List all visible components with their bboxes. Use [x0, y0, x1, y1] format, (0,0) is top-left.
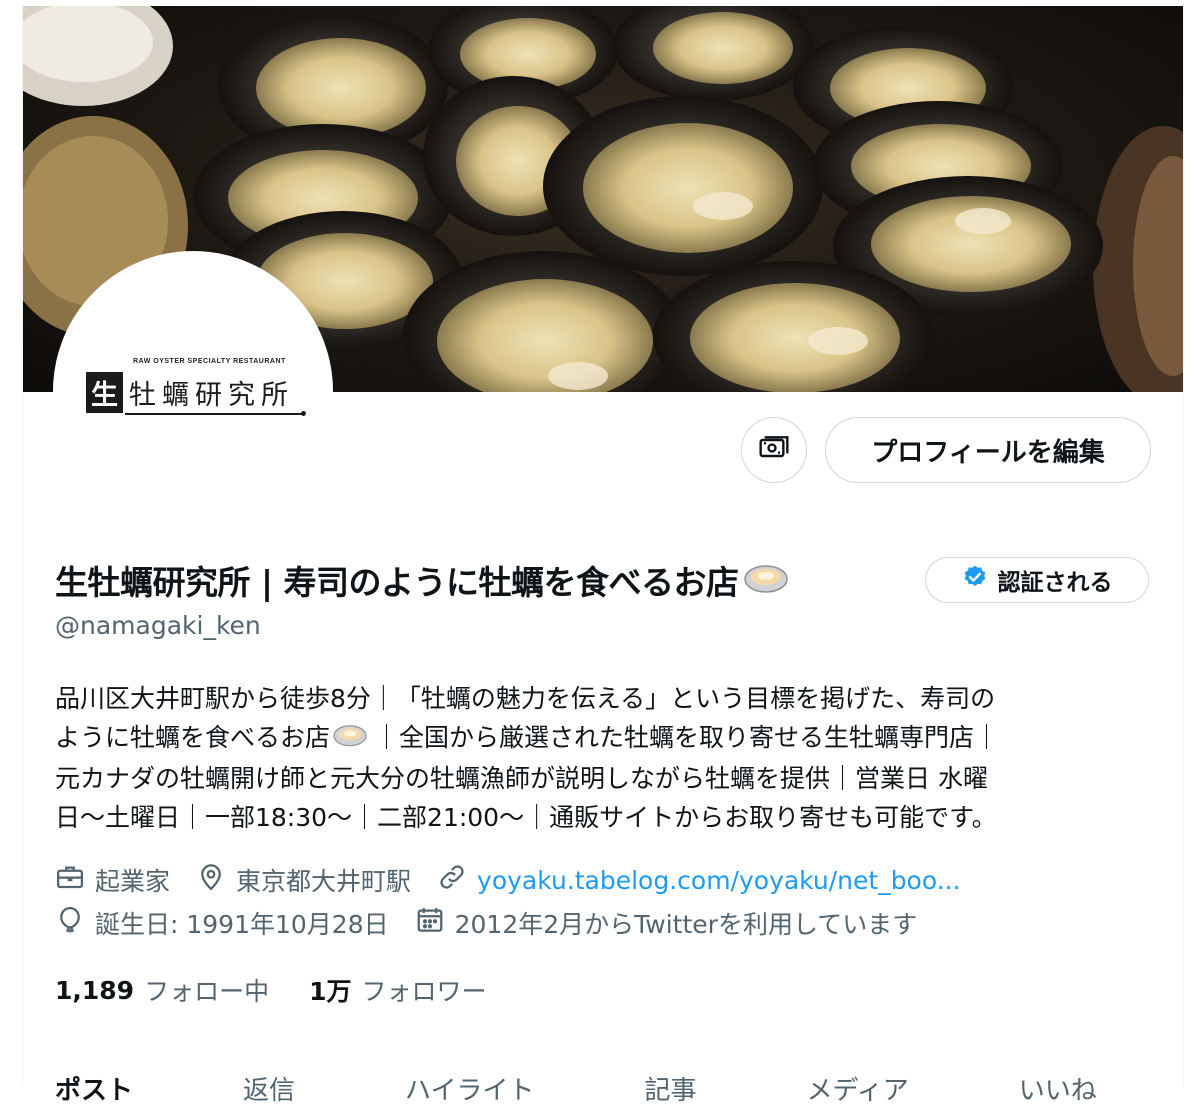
birthday: 誕生日: 1991年10月28日 [55, 905, 389, 941]
oyster-emoji-icon [743, 561, 789, 599]
oyster-emoji-icon [332, 720, 368, 759]
birthday-text: 誕生日: 1991年10月28日 [95, 910, 389, 939]
bio-line: 元カナダの牡蠣開け師と元大分の牡蠣漁師が説明しながら牡蠣を提供｜営業日 水曜 [55, 763, 988, 793]
tab-media[interactable]: メディア [807, 1070, 909, 1107]
bio-text: ｜全国から厳選された牡蠣を取り寄せる生牡蠣専門店｜ [374, 723, 1000, 752]
profile-card: RAW OYSTER SPECIALTY RESTAURANT 生 牡蠣研究所 … [22, 6, 1184, 1106]
join-date-text: 2012年2月からTwitterを利用しています [454, 910, 918, 939]
avatar-subtitle: RAW OYSTER SPECIALTY RESTAURANT [133, 358, 286, 365]
location: 東京都大井町駅 [196, 862, 411, 898]
occupation-text: 起業家 [95, 867, 171, 896]
profile-meta-row-2: 誕生日: 1991年10月28日 2012年2月からTwitterを利用していま… [55, 905, 943, 941]
get-verified-label: 認証される [997, 570, 1113, 596]
website-link[interactable]: yoyaku.tabelog.com/yoyaku/net_boo... [477, 866, 961, 895]
avatar-logo-dot [301, 411, 306, 416]
avatar[interactable]: RAW OYSTER SPECIALTY RESTAURANT 生 牡蠣研究所 [53, 251, 333, 531]
avatar-logo-underline [125, 413, 303, 415]
display-name-row: 生牡蠣研究所 | 寿司のように牡蠣を食べるお店 [55, 556, 789, 604]
follow-stats: 1,189 フォロー中 1万 フォロワー [55, 972, 527, 1008]
tab-posts[interactable]: ポスト [55, 1070, 133, 1107]
calendar-icon [415, 905, 455, 941]
briefcase-icon [55, 862, 95, 898]
money-button[interactable] [741, 417, 807, 483]
money-icon [758, 432, 790, 468]
join-date: 2012年2月からTwitterを利用しています [415, 905, 918, 941]
tab-likes[interactable]: いいね [1019, 1070, 1097, 1107]
followers-count[interactable]: 1万 [309, 972, 351, 1008]
bio-line: ように牡蠣を食べるお店 ｜全国から厳選された牡蠣を取り寄せる生牡蠣専門店｜ [55, 718, 1165, 759]
location-pin-icon [196, 862, 236, 898]
balloon-icon [55, 905, 95, 941]
bio-text: ように牡蠣を食べるお店 [55, 723, 331, 752]
avatar-logo-mark: 生 [86, 372, 123, 413]
website[interactable]: yoyaku.tabelog.com/yoyaku/net_boo... [437, 862, 961, 898]
tab-replies[interactable]: 返信 [243, 1070, 295, 1107]
link-icon [437, 862, 477, 898]
user-handle: @namagaki_ken [55, 611, 261, 640]
verified-badge-icon [962, 564, 988, 596]
profile-tabs: ポスト 返信 ハイライト 記事 メディア いいね [55, 1070, 1097, 1107]
edit-profile-button[interactable]: プロフィールを編集 [825, 417, 1151, 483]
tab-articles[interactable]: 記事 [645, 1070, 697, 1107]
location-text: 東京都大井町駅 [236, 867, 412, 896]
profile-meta-row-1: 起業家 東京都大井町駅 yoyaku.tabelog.com/yoyaku/ne… [55, 862, 987, 898]
avatar-logo-text: 牡蠣研究所 [129, 380, 294, 411]
following-count[interactable]: 1,189 [55, 976, 134, 1005]
display-name: 生牡蠣研究所 | 寿司のように牡蠣を食べるお店 [55, 563, 739, 602]
bio: 品川区大井町駅から徒歩8分｜「牡蠣の魅力を伝える」という目標を掲げた、寿司の よ… [55, 679, 1165, 837]
bio-line: 日〜土曜日｜一部18:30〜｜二部21:00〜｜通販サイトからお取り寄せも可能で… [55, 802, 997, 832]
following-label[interactable]: フォロー中 [144, 972, 269, 1008]
followers-label[interactable]: フォロワー [362, 972, 487, 1008]
get-verified-button[interactable]: 認証される [925, 557, 1149, 603]
tab-highlights[interactable]: ハイライト [405, 1070, 534, 1107]
occupation: 起業家 [55, 862, 170, 898]
bio-line: 品川区大井町駅から徒歩8分｜「牡蠣の魅力を伝える」という目標を掲げた、寿司の [55, 684, 996, 713]
